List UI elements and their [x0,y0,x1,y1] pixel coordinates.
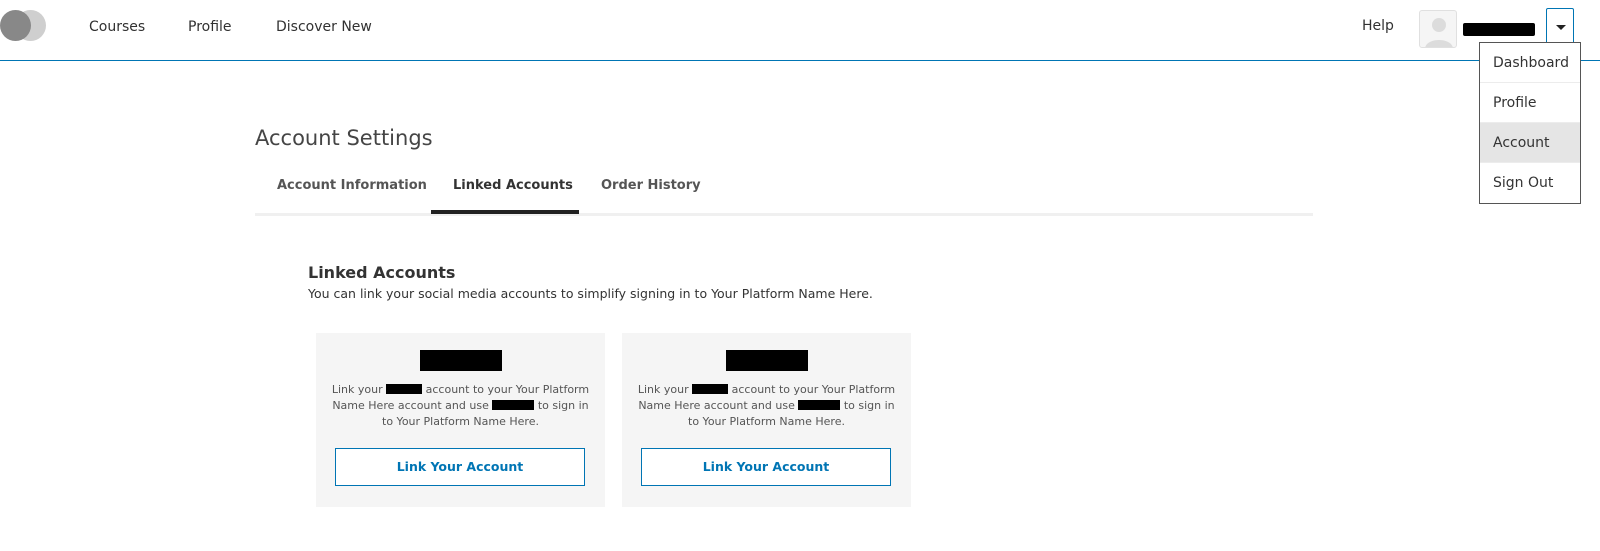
top-header: Courses Profile Discover New Help [0,0,1600,61]
nav-profile-link[interactable]: Profile [188,19,232,35]
nav-discover-link[interactable]: Discover New [276,19,372,35]
menu-item-profile[interactable]: Profile [1480,83,1580,123]
help-link[interactable]: Help [1362,18,1394,34]
linked-account-card: Link your account to your Your Platform … [622,333,911,507]
link-account-button[interactable]: Link Your Account [641,448,891,486]
menu-item-dashboard[interactable]: Dashboard [1480,43,1580,83]
nav-courses-link[interactable]: Courses [89,19,145,35]
avatar-icon [1419,10,1457,48]
tab-linked-accounts[interactable]: Linked Accounts [453,178,573,193]
link-account-button[interactable]: Link Your Account [335,448,585,486]
redacted-text [798,400,841,410]
user-menu-toggle-button[interactable] [1546,8,1574,45]
settings-tabs: Account Information Linked Accounts Orde… [255,166,1313,216]
tab-order-history[interactable]: Order History [601,178,701,193]
menu-item-sign-out[interactable]: Sign Out [1480,163,1580,203]
provider-name-redacted [726,350,808,371]
section-description: You can link your social media accounts … [308,286,873,301]
card-description: Link your account to your Your Platform … [331,383,590,428]
linked-account-card: Link your account to your Your Platform … [316,333,605,507]
redacted-text [386,384,423,394]
logo-icon[interactable] [0,10,46,41]
card-description: Link your account to your Your Platform … [637,383,896,428]
caret-down-icon [1556,25,1566,30]
redacted-text [492,400,535,410]
tab-account-information[interactable]: Account Information [277,178,427,193]
active-tab-indicator [431,210,579,214]
redacted-text [692,384,729,394]
section-title: Linked Accounts [308,263,456,282]
menu-item-account[interactable]: Account [1480,123,1580,163]
page-title: Account Settings [255,126,433,150]
username-redacted [1463,23,1535,36]
provider-name-redacted [420,350,502,371]
user-dropdown-menu: Dashboard Profile Account Sign Out [1479,42,1581,204]
